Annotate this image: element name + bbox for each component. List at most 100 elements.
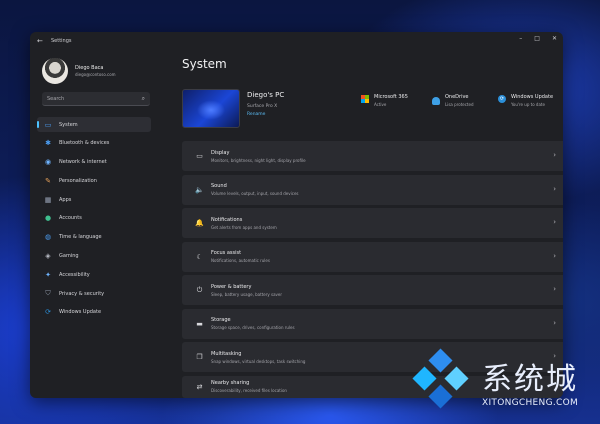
chevron-right-icon: ›: [553, 218, 556, 226]
sidebar-item-label: Privacy & security: [59, 290, 105, 297]
quick-status: You're up to date: [511, 102, 545, 107]
row-title: Storage: [211, 317, 231, 323]
row-title: Nearby sharing: [211, 380, 250, 386]
quick-title: OneDrive: [445, 94, 469, 100]
row-subtitle: Monitors, brightness, night light, displ…: [211, 157, 306, 163]
settings-row-focus-assist[interactable]: ☾ Focus assist Notifications, automatic ru…: [182, 241, 563, 272]
row-subtitle: Get alerts from apps and system: [211, 224, 277, 230]
sidebar-item-time-language[interactable]: ◍ Time & language: [37, 230, 151, 245]
sidebar-item-privacy-security[interactable]: ⛉ Privacy & security: [37, 286, 151, 301]
sidebar-item-windows-update[interactable]: ⟳ Windows Update: [37, 305, 151, 320]
quick-title: Microsoft 365: [374, 94, 408, 100]
sidebar-item-accounts[interactable]: ● Accounts: [37, 211, 151, 226]
sidebar-item-system[interactable]: ▭ System: [37, 117, 151, 132]
chevron-right-icon: ›: [553, 151, 556, 159]
sidebar-item-label: Bluetooth & devices: [59, 140, 110, 147]
bell-icon: 🔔: [195, 219, 204, 227]
quick-status: Lisa protected: [445, 102, 474, 107]
accessibility-icon: ✦: [45, 270, 51, 279]
row-title: Display: [211, 149, 230, 156]
main-content: System Diego's PC Surface Pro X Rename M…: [170, 49, 563, 398]
row-subtitle: Notifications, automatic rules: [211, 258, 270, 263]
maximize-button[interactable]: □: [534, 35, 540, 42]
sound-icon: 🔈: [195, 185, 204, 194]
window-controls: – □ ✕: [519, 35, 557, 42]
search-icon[interactable]: ⌕: [142, 95, 145, 103]
row-subtitle: Storage space, drives, configuration rul…: [211, 325, 295, 330]
microsoft-icon: [361, 95, 369, 103]
row-title: Multitasking: [211, 350, 242, 357]
device-model: Surface Pro X: [247, 104, 278, 109]
close-button[interactable]: ✕: [552, 35, 557, 42]
row-title: Notifications: [211, 216, 243, 223]
wifi-icon: ◉: [44, 158, 52, 167]
quick-microsoft-365[interactable]: Microsoft 365 Active: [361, 94, 408, 107]
settings-row-power-battery[interactable]: ⏻ Power & battery Sleep, battery usage, ba…: [182, 275, 563, 305]
display-icon: ▭: [196, 152, 203, 160]
chevron-right-icon: ›: [553, 285, 556, 293]
watermark: 系统城 XITONGCHENG.COM: [412, 348, 598, 422]
profile-email: diego@contoso.com: [75, 72, 116, 77]
sidebar-item-label: System: [59, 121, 78, 128]
row-subtitle: Volume levels, output, input, sound devi…: [211, 191, 299, 196]
sidebar-item-label: Accounts: [59, 215, 82, 222]
quick-status: Active: [374, 102, 387, 107]
power-icon: ⏻: [196, 285, 203, 294]
multitasking-icon: ❐: [196, 353, 203, 361]
page-title: System: [182, 57, 227, 71]
storage-icon: ▬: [196, 319, 203, 328]
chevron-right-icon: ›: [553, 251, 556, 260]
sidebar-item-label: Network & internet: [59, 159, 107, 166]
settings-row-notifications[interactable]: 🔔 Notifications Get alerts from apps and s…: [182, 208, 563, 238]
settings-row-display[interactable]: ▭ Display Monitors, brightness, night ligh…: [182, 141, 563, 171]
sidebar-item-label: Time & language: [59, 234, 102, 241]
watermark-logo: [412, 348, 470, 409]
avatar: [42, 58, 68, 84]
user-profile[interactable]: Diego Baca diego@contoso.com: [42, 58, 116, 84]
sidebar-item-personalization[interactable]: ✎ Personalization: [37, 173, 151, 188]
cloud-icon: [432, 97, 440, 105]
sidebar-item-bluetooth-devices[interactable]: ✱ Bluetooth & devices: [37, 136, 151, 151]
search-input[interactable]: [47, 95, 137, 102]
sidebar-item-label: Gaming: [59, 253, 79, 260]
row-title: Power & battery: [211, 283, 252, 290]
row-subtitle: Discoverability, received files location: [211, 388, 287, 393]
back-arrow-icon[interactable]: ←: [37, 37, 47, 45]
sidebar-item-label: Windows Update: [59, 309, 102, 316]
quick-windows-update[interactable]: ⟳ Windows Update You're up to date: [498, 94, 553, 107]
quick-onedrive[interactable]: OneDrive Lisa protected: [432, 94, 474, 107]
rename-link[interactable]: Rename: [247, 112, 265, 117]
sidebar-item-gaming[interactable]: ◈ Gaming: [37, 249, 151, 264]
person-icon: ●: [44, 214, 52, 223]
sidebar-item-apps[interactable]: ▦ Apps: [37, 192, 151, 207]
sidebar-item-label: Personalization: [59, 177, 97, 184]
search-box[interactable]: ⌕: [42, 92, 150, 106]
monitor-icon: ▭: [44, 120, 52, 129]
device-name: Diego's PC: [247, 91, 285, 99]
sidebar-item-label: Apps: [59, 196, 72, 203]
update-icon: ⟳: [498, 95, 506, 103]
bluetooth-icon: ✱: [45, 139, 51, 148]
brush-icon: ✎: [45, 176, 51, 185]
moon-icon: ☾: [196, 252, 203, 261]
settings-row-storage[interactable]: ▬ Storage Storage space, drives, configura…: [182, 308, 563, 339]
sidebar-item-label: Accessibility: [59, 271, 90, 278]
minimize-button[interactable]: –: [519, 35, 522, 42]
apps-icon: ▦: [44, 195, 52, 204]
profile-name: Diego Baca: [75, 65, 104, 71]
sidebar-item-accessibility[interactable]: ✦ Accessibility: [37, 267, 151, 282]
update-icon: ⟳: [45, 308, 51, 317]
globe-icon: ◍: [44, 233, 52, 242]
title-bar: ← Settings – □ ✕: [30, 32, 563, 49]
row-subtitle: Snap windows, virtual desktops, task swi…: [211, 358, 306, 364]
row-title: Sound: [211, 183, 227, 189]
settings-row-sound[interactable]: 🔈 Sound Volume levels, output, input, soun…: [182, 174, 563, 205]
share-icon: ⇄: [196, 382, 203, 391]
sidebar-item-network-internet[interactable]: ◉ Network & internet: [37, 155, 151, 170]
settings-window: ← Settings – □ ✕ Diego Baca diego@contos…: [30, 32, 563, 398]
watermark-url: XITONGCHENG.COM: [482, 398, 579, 408]
device-thumbnail: [182, 89, 240, 128]
chevron-right-icon: ›: [553, 318, 556, 327]
quick-title: Windows Update: [511, 94, 554, 100]
gamepad-icon: ◈: [45, 252, 51, 261]
